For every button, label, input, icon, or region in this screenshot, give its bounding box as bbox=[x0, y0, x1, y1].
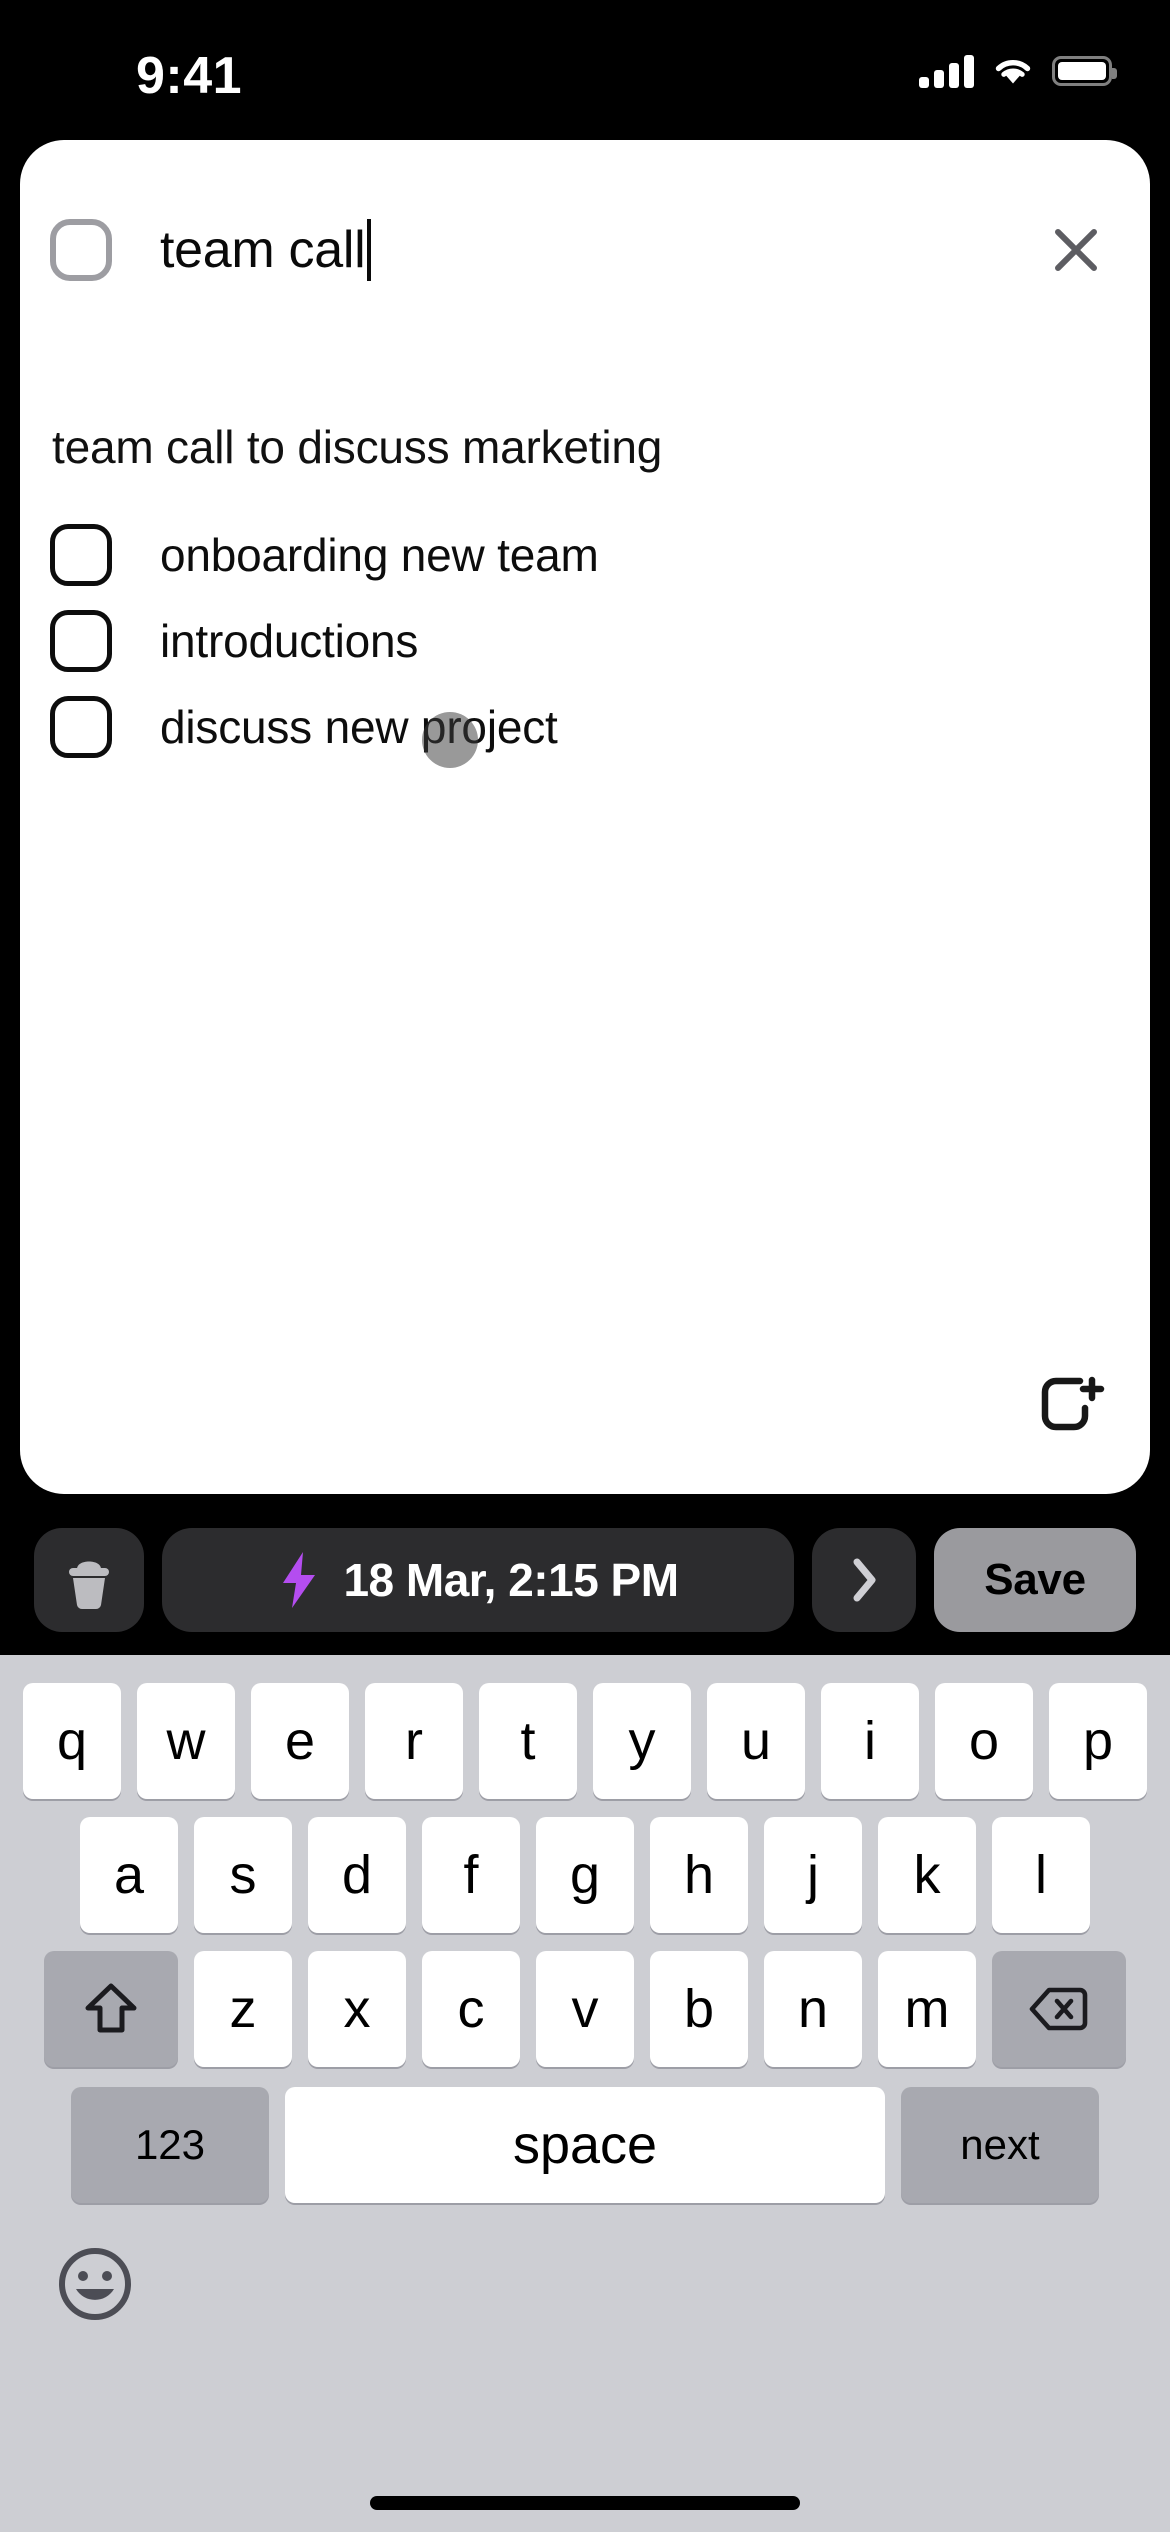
save-button-label: Save bbox=[984, 1555, 1086, 1604]
title-value: team call bbox=[160, 221, 366, 279]
text-cursor bbox=[367, 219, 372, 281]
save-button[interactable]: Save bbox=[934, 1528, 1136, 1632]
backspace-key[interactable] bbox=[992, 1951, 1126, 2067]
checklist-item[interactable]: discuss new project bbox=[20, 684, 1150, 770]
key-n[interactable]: n bbox=[764, 1951, 862, 2067]
key-u[interactable]: u bbox=[707, 1683, 805, 1799]
shift-arrow-up-icon bbox=[85, 1983, 137, 2033]
key-e[interactable]: e bbox=[251, 1683, 349, 1799]
key-x[interactable]: x bbox=[308, 1951, 406, 2067]
chevron-right-icon bbox=[853, 1558, 876, 1602]
keyboard-row-1: q w e r t y u i o p bbox=[0, 1655, 1170, 1799]
battery-full-icon bbox=[1052, 56, 1117, 86]
key-c[interactable]: c bbox=[422, 1951, 520, 2067]
checklist-item-label: discuss new project bbox=[160, 701, 558, 753]
checklist-item-label: introductions bbox=[160, 615, 419, 667]
note-title-row: team call bbox=[20, 190, 1150, 310]
key-l[interactable]: l bbox=[992, 1817, 1090, 1933]
key-p[interactable]: p bbox=[1049, 1683, 1147, 1799]
home-indicator-bar[interactable] bbox=[370, 2496, 800, 2510]
key-z[interactable]: z bbox=[194, 1951, 292, 2067]
status-time: 9:41 bbox=[136, 47, 243, 105]
reminder-datetime-text: 18 Mar, 2:15 PM bbox=[343, 1554, 679, 1606]
key-f[interactable]: f bbox=[422, 1817, 520, 1933]
key-o[interactable]: o bbox=[935, 1683, 1033, 1799]
note-subtitle[interactable]: team call to discuss marketing bbox=[52, 420, 662, 474]
checkbox-unchecked-icon[interactable] bbox=[50, 696, 112, 758]
checklist: onboarding new team introductions discus… bbox=[20, 512, 1150, 770]
backspace-delete-icon bbox=[1029, 1987, 1088, 2031]
title-checkbox[interactable] bbox=[50, 219, 112, 281]
key-r[interactable]: r bbox=[365, 1683, 463, 1799]
key-b[interactable]: b bbox=[650, 1951, 748, 2067]
key-h[interactable]: h bbox=[650, 1817, 748, 1933]
key-j[interactable]: j bbox=[764, 1817, 862, 1933]
keyboard-row-4: 123 space next bbox=[0, 2067, 1170, 2203]
touch-indicator bbox=[422, 712, 478, 768]
emoji-smiley-icon[interactable] bbox=[56, 2245, 134, 2323]
key-y[interactable]: y bbox=[593, 1683, 691, 1799]
key-w[interactable]: w bbox=[137, 1683, 235, 1799]
return-key[interactable]: next bbox=[901, 2087, 1099, 2203]
trash-icon bbox=[69, 1561, 109, 1610]
checklist-item-label: onboarding new team bbox=[160, 529, 599, 581]
close-icon[interactable] bbox=[1044, 218, 1108, 282]
key-g[interactable]: g bbox=[536, 1817, 634, 1933]
shift-key[interactable] bbox=[44, 1951, 178, 2067]
checklist-item[interactable]: onboarding new team bbox=[20, 512, 1150, 598]
key-a[interactable]: a bbox=[80, 1817, 178, 1933]
space-key[interactable]: space bbox=[285, 2087, 885, 2203]
note-card: team call team call to discuss marketing… bbox=[20, 140, 1150, 1494]
reminder-datetime-button[interactable]: 18 Mar, 2:15 PM bbox=[162, 1528, 794, 1632]
key-i[interactable]: i bbox=[821, 1683, 919, 1799]
keyboard-row-2: a s d f g h j k l bbox=[0, 1799, 1170, 1933]
key-m[interactable]: m bbox=[878, 1951, 976, 2067]
note-toolbar: 18 Mar, 2:15 PM Save bbox=[0, 1510, 1170, 1650]
numbers-key[interactable]: 123 bbox=[71, 2087, 269, 2203]
status-bar: 9:41 bbox=[0, 0, 1170, 140]
more-options-button[interactable] bbox=[812, 1528, 916, 1632]
lightning-bolt-icon bbox=[283, 1552, 316, 1608]
checklist-item[interactable]: introductions bbox=[20, 598, 1150, 684]
keyboard: q w e r t y u i o p a s d f g h j k l z … bbox=[0, 1655, 1170, 2532]
key-t[interactable]: t bbox=[479, 1683, 577, 1799]
keyboard-bottom-row bbox=[0, 2203, 1170, 2328]
key-k[interactable]: k bbox=[878, 1817, 976, 1933]
checkbox-unchecked-icon[interactable] bbox=[50, 610, 112, 672]
note-title-text[interactable]: team call bbox=[160, 219, 372, 281]
wifi-icon bbox=[995, 60, 1031, 84]
checkbox-unchecked-icon[interactable] bbox=[50, 524, 112, 586]
add-checklist-item-icon[interactable] bbox=[1034, 1370, 1106, 1442]
keyboard-row-3: z x c v b n m bbox=[0, 1933, 1170, 2067]
key-s[interactable]: s bbox=[194, 1817, 292, 1933]
key-v[interactable]: v bbox=[536, 1951, 634, 2067]
key-d[interactable]: d bbox=[308, 1817, 406, 1933]
phone-screen: 9:41 team call team call to discuss mark… bbox=[0, 0, 1170, 2532]
status-icons bbox=[919, 54, 1117, 88]
cellular-signal-icon bbox=[919, 54, 974, 88]
delete-button[interactable] bbox=[34, 1528, 144, 1632]
key-q[interactable]: q bbox=[23, 1683, 121, 1799]
